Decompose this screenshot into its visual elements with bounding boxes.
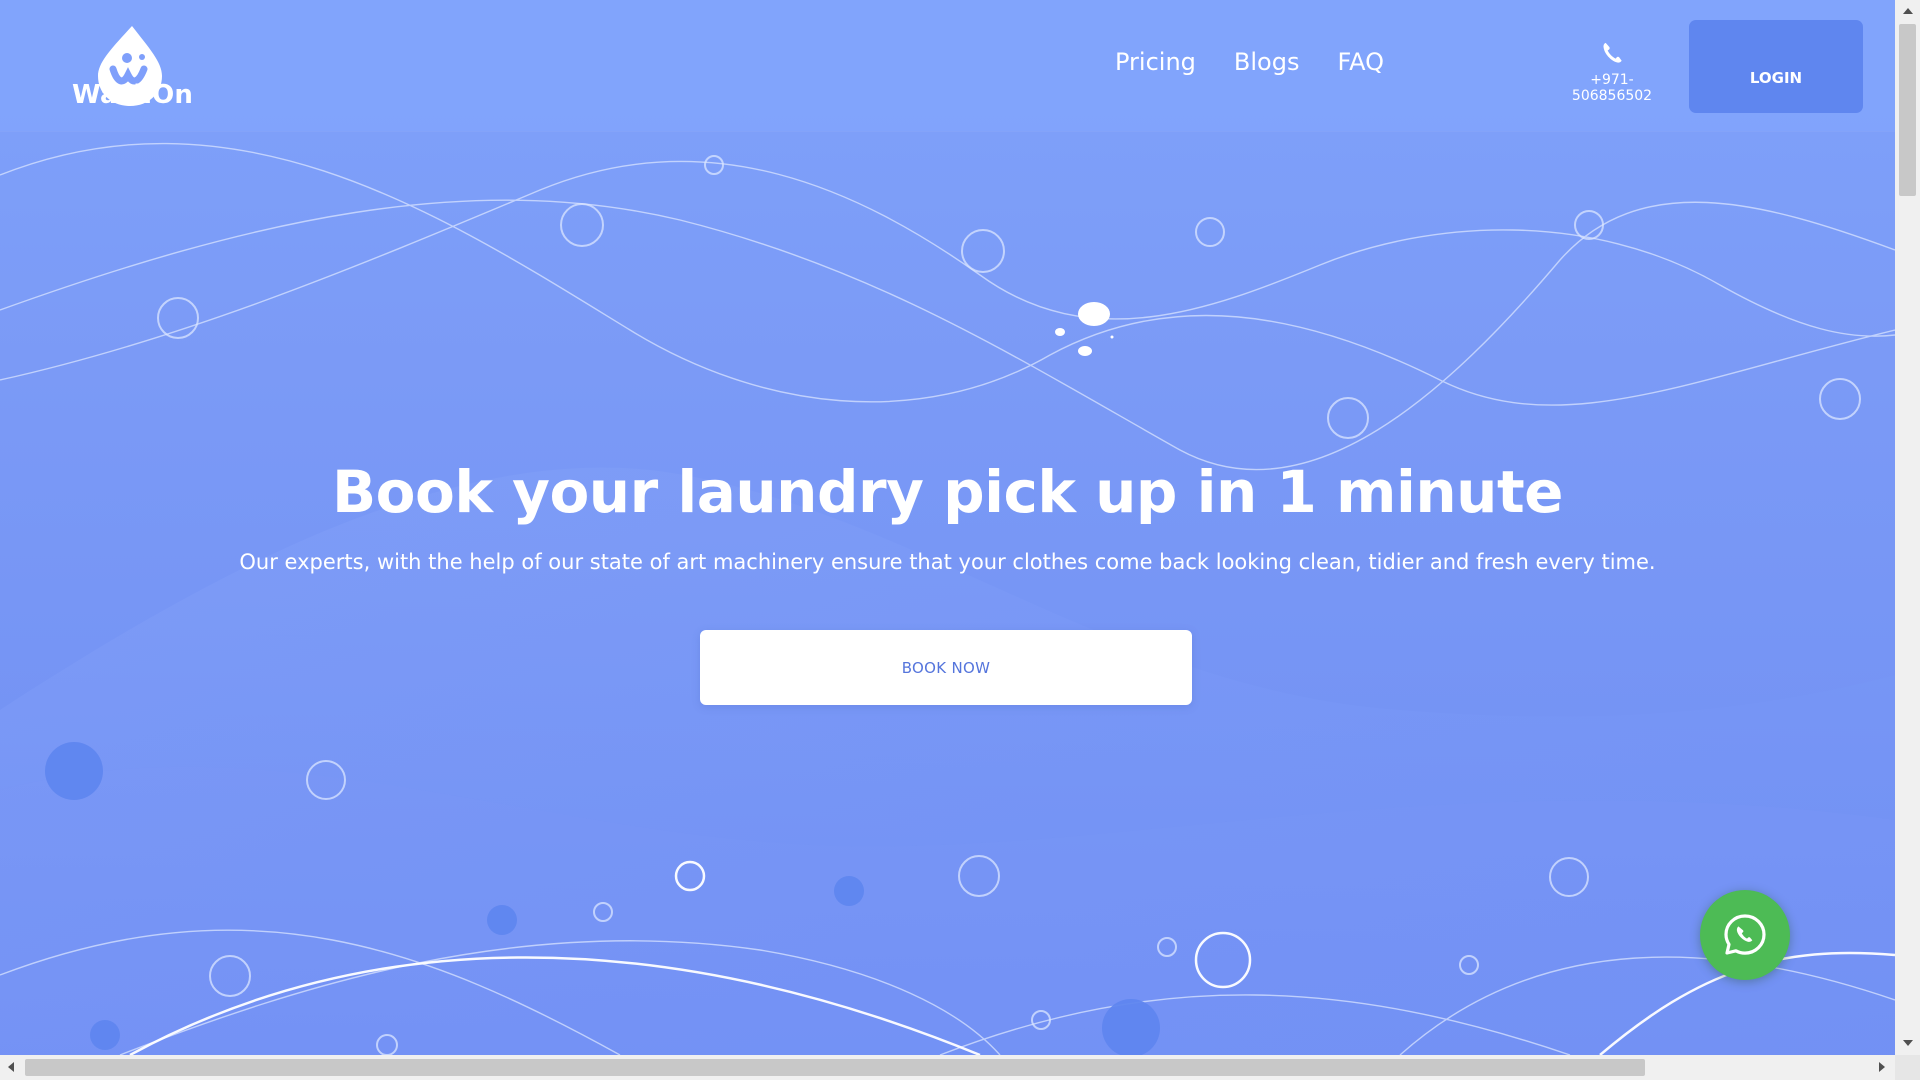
site-header: WashOn Pricing Blogs FAQ +971-506856502 … bbox=[0, 0, 1895, 131]
scroll-left-icon[interactable] bbox=[8, 1062, 14, 1072]
whatsapp-icon bbox=[1724, 914, 1766, 955]
whatsapp-chat-button[interactable] bbox=[1700, 890, 1790, 980]
scroll-down-icon[interactable] bbox=[1903, 1040, 1913, 1046]
page-viewport: WashOn Pricing Blogs FAQ +971-506856502 … bbox=[0, 0, 1895, 1055]
vertical-scroll-thumb[interactable] bbox=[1899, 24, 1916, 196]
scroll-up-icon[interactable] bbox=[1903, 8, 1913, 14]
scrollbar-corner bbox=[1895, 1055, 1920, 1080]
phone-icon bbox=[1603, 42, 1622, 63]
book-now-button[interactable]: BOOK NOW bbox=[700, 630, 1192, 705]
phone-number[interactable]: +971-506856502 bbox=[1572, 72, 1652, 104]
background-waves-bubbles bbox=[0, 142, 1895, 1055]
scroll-right-icon[interactable] bbox=[1879, 1062, 1885, 1072]
brand-name[interactable]: WashOn bbox=[72, 80, 193, 110]
contact-phone[interactable]: +971-506856502 bbox=[1552, 40, 1672, 104]
hero-title: Book your laundry pick up in 1 minute bbox=[331, 458, 1564, 526]
login-button[interactable]: LOGIN bbox=[1689, 20, 1863, 113]
horizontal-scroll-thumb[interactable] bbox=[25, 1059, 1645, 1076]
nav-blogs-link[interactable]: Blogs bbox=[1234, 48, 1300, 76]
nav-pricing-link[interactable]: Pricing bbox=[1115, 48, 1196, 76]
main-navigation: Pricing Blogs FAQ bbox=[1115, 48, 1384, 76]
hero-subtitle: Our experts, with the help of our state … bbox=[239, 550, 1656, 574]
nav-faq-link[interactable]: FAQ bbox=[1337, 48, 1384, 76]
